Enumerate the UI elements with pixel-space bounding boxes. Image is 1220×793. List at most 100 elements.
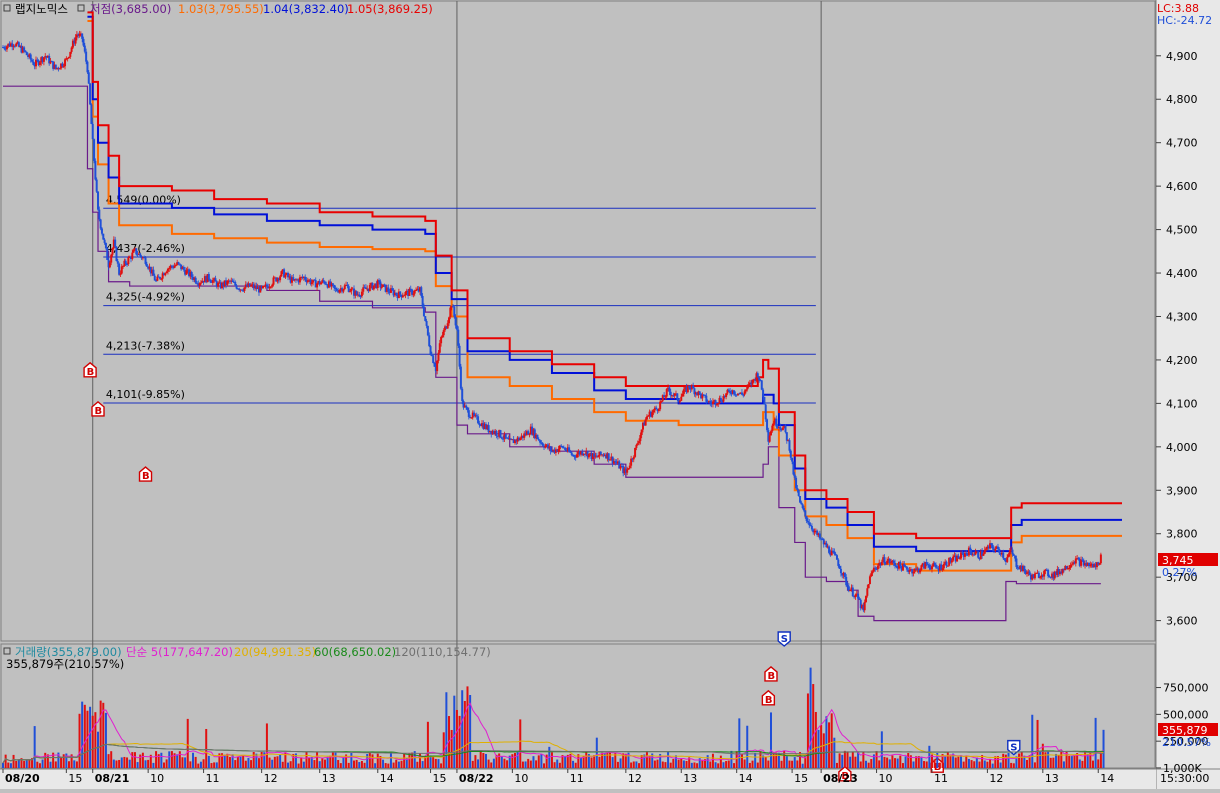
volume-bar [891,755,894,768]
candle-body [446,323,449,329]
volume-bar [767,760,770,768]
volume-bar [94,712,97,768]
volume-bar [915,756,918,768]
candle-body [15,43,18,47]
volume-bar [1004,754,1007,768]
volume-bar [989,759,992,768]
candle-body [360,291,363,297]
volume-bar [550,752,553,768]
volume-bar [192,752,195,768]
candle-body [322,280,325,282]
volume-bar [450,729,453,768]
volume-bar [107,754,110,768]
candle-body [549,446,552,452]
candle-body [785,432,788,441]
candle-body [433,362,436,367]
candle-body [681,393,684,397]
candle-body [651,412,654,417]
candle-body [178,263,181,265]
candle-body [70,47,73,52]
candle-body [195,282,198,284]
candle-body [116,261,119,264]
candle-body [527,431,530,435]
candle-body [808,522,811,526]
volume-bar [112,759,115,768]
candle-body [160,278,163,280]
candle-body [983,549,986,554]
volume-bar [126,757,129,768]
volume-bar [865,760,868,768]
candle-body [950,560,953,563]
candle-body [899,561,902,567]
volume-bar [184,757,187,768]
volume-bar [1031,714,1034,768]
candle-body [1039,577,1042,579]
candle-body [627,468,630,470]
volume-bar [44,752,47,768]
candle-body [607,453,610,461]
volume-bar [854,756,857,768]
volume-bar [653,760,656,768]
volume-bar [785,756,788,768]
candle-body [1016,567,1019,569]
price-tick-label: 3,900 [1166,484,1198,497]
candle-body [573,455,576,457]
volume-bar [434,758,437,768]
volume-bar [746,725,749,768]
volume-bar [883,756,886,768]
candle-body [425,320,428,326]
volume-bar [342,757,345,768]
candle-body [784,425,787,433]
volume-bar [461,690,464,768]
volume-bar [223,754,226,768]
candle-body [905,566,908,570]
time-tick-label: 11 [206,772,220,785]
volume-bar [1062,761,1065,768]
price-tick-label: 4,800 [1166,93,1198,106]
candle-body [837,559,840,566]
volume-bar [524,761,527,768]
volume-bar [321,758,324,768]
volume-bar [289,761,292,768]
candle-body [769,431,772,436]
volume-bar [9,763,12,768]
candle-body [404,292,407,296]
volume-bar [1055,753,1058,768]
volume-bar [255,753,258,768]
candle-body [459,366,462,389]
candle-body [746,385,749,390]
volume-bar [801,763,804,768]
candle-body [632,456,635,460]
candle-body [587,453,590,458]
volume-bar [830,713,833,768]
candle-body [272,277,275,285]
candle-body [437,352,440,361]
volume-bar [1039,751,1042,768]
volume-bar [682,760,685,768]
candle-body [704,394,707,396]
volume-bar [994,756,997,768]
candle-body [519,438,522,441]
volume-bar [920,756,923,768]
candle-body [338,289,341,293]
volume-bar [1068,755,1071,768]
volume-bar [41,759,44,768]
current-volume-badge: 355,879 210.57% [1158,723,1218,749]
volume-bar [492,758,495,768]
candle-body [87,72,90,84]
volume-bar [75,761,78,768]
volume-bar [60,756,63,768]
price-tick-label: 4,100 [1166,397,1198,410]
volume-bar [139,754,142,768]
volume-bar [545,754,548,768]
volume-bar [521,761,524,768]
volume-bar [894,758,897,768]
volume-bar [54,761,57,768]
volume-bar [532,756,535,768]
candle-body [800,502,803,505]
volume-bar [474,755,477,768]
candle-body [644,419,647,426]
volume-bar [1047,750,1050,768]
volume-bar [870,759,873,768]
candle-body [751,379,754,385]
